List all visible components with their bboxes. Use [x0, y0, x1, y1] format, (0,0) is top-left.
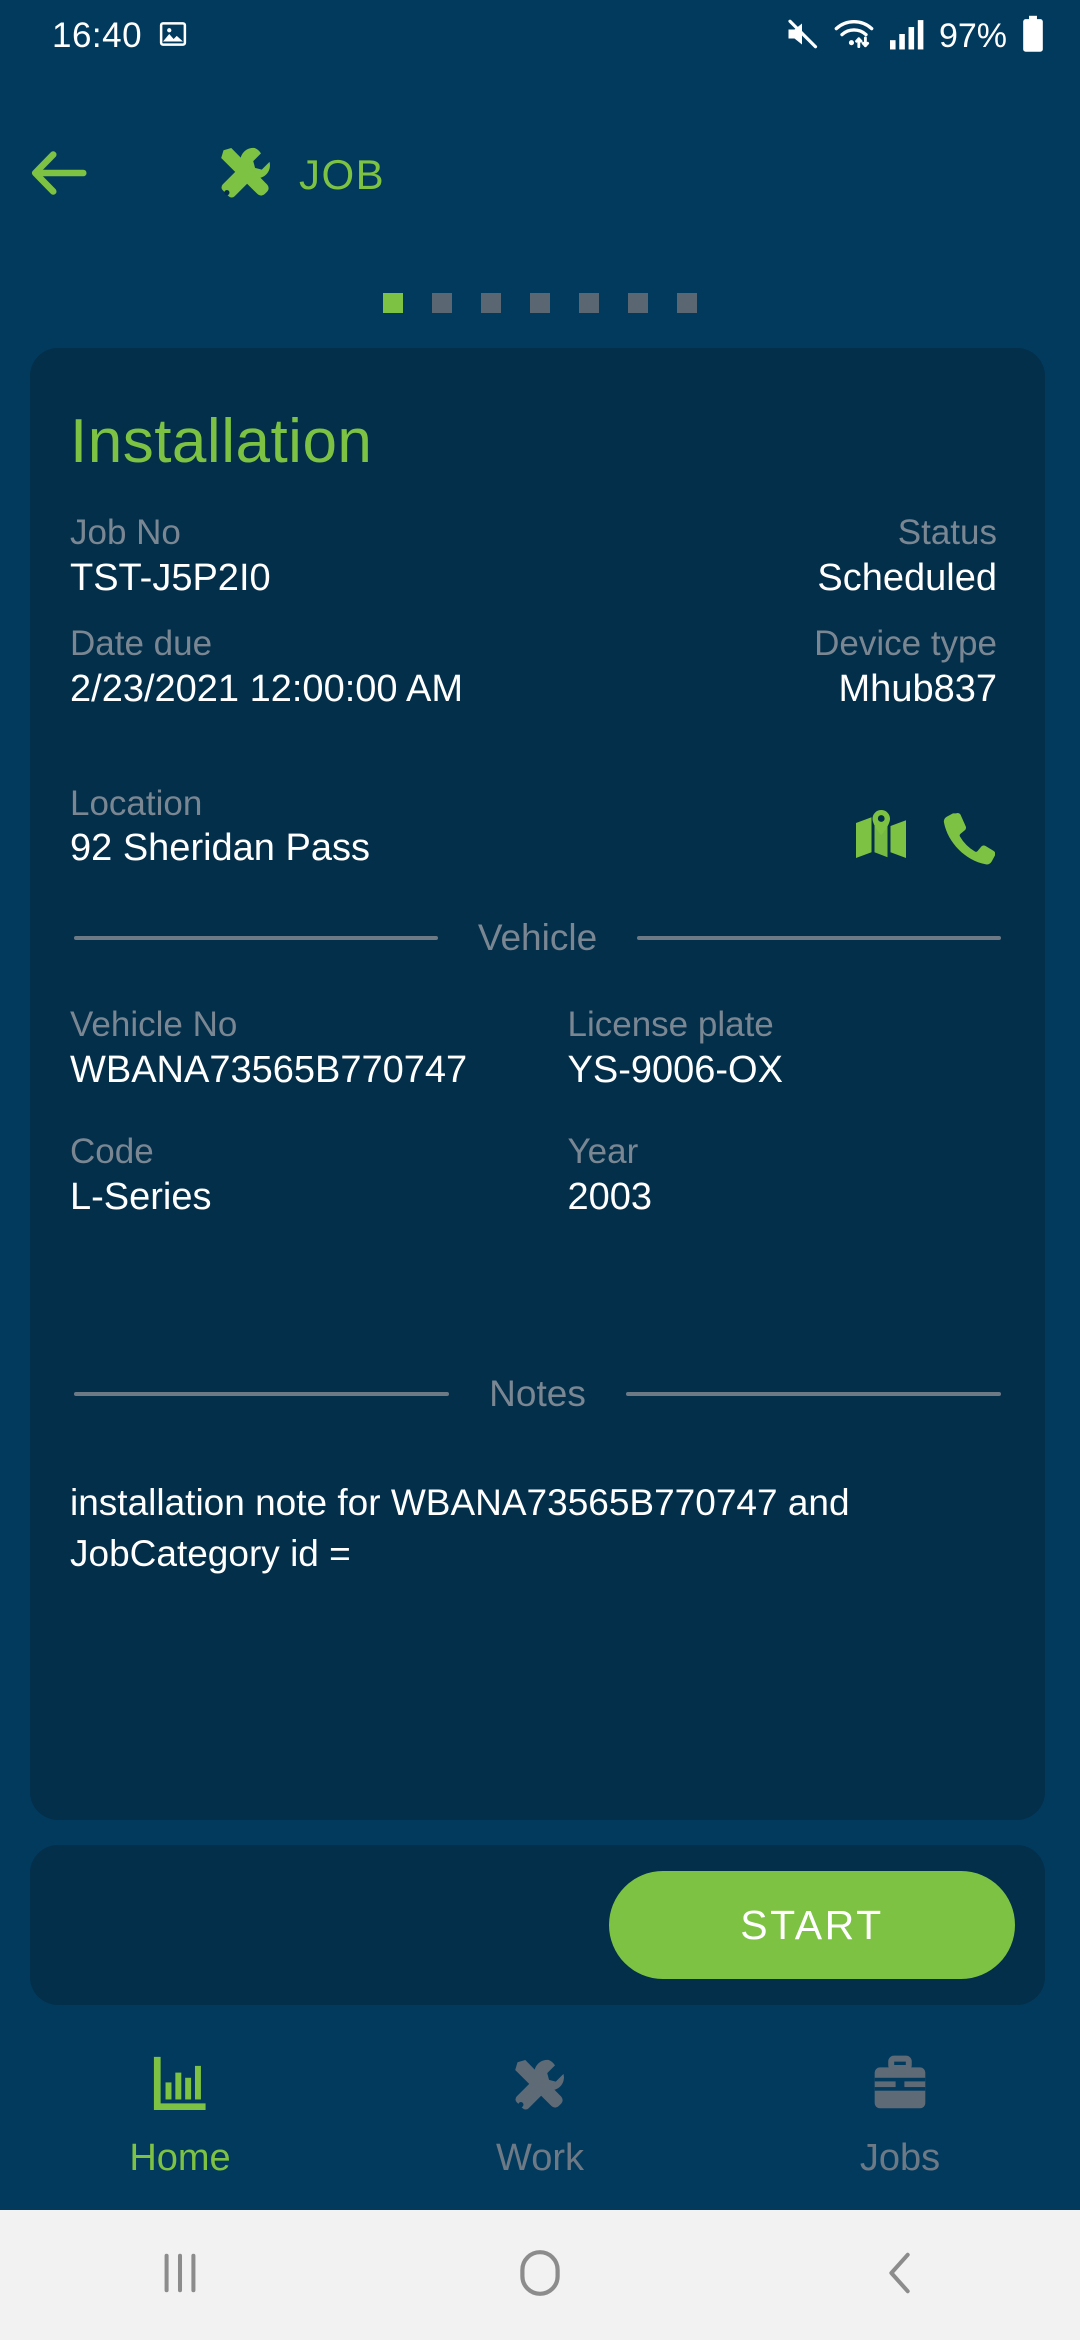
notes-divider-left: [74, 1392, 450, 1397]
row-vehicle-license: Vehicle No WBANA73565B770747 License pla…: [48, 1003, 1027, 1094]
page-dot-6[interactable]: [628, 293, 648, 313]
status-label: Status: [897, 513, 997, 552]
year-label: Year: [567, 1132, 639, 1171]
tools-icon: [215, 142, 277, 209]
page-indicator: [0, 293, 1080, 313]
date-due-value: 2/23/2021 12:00:00 AM: [70, 668, 463, 710]
field-device-type: Device type Mhub837: [538, 622, 1006, 713]
recents-button[interactable]: [0, 2248, 360, 2303]
back-button[interactable]: [0, 147, 120, 204]
code-value: L-Series: [70, 1175, 212, 1218]
battery-icon: [1020, 15, 1046, 58]
field-status: Status Scheduled: [538, 511, 1006, 602]
date-due-label: Date due: [70, 624, 213, 664]
status-value: Scheduled: [817, 556, 997, 599]
field-job-no: Job No TST-J5P2I0: [70, 511, 538, 602]
map-icon[interactable]: [851, 807, 911, 867]
device-type-value: Mhub837: [838, 668, 997, 710]
vehicle-section-divider: Vehicle: [48, 917, 1027, 959]
field-year: Year 2003: [538, 1130, 1006, 1221]
job-type-title: Installation: [70, 407, 373, 476]
briefcase-icon: [869, 2054, 931, 2121]
row-code-year: Code L-Series Year 2003: [48, 1130, 1027, 1221]
field-location: Location 92 Sheridan Pass: [70, 782, 851, 873]
page-dot-3[interactable]: [481, 293, 501, 313]
job-detail-card: Installation Job No TST-J5P2I0 Status Sc…: [30, 348, 1045, 1820]
home-circle-icon: [514, 2247, 566, 2304]
page-dot-4[interactable]: [530, 293, 550, 313]
location-value: 92 Sheridan Pass: [70, 827, 370, 870]
status-bar: 16:40 97%: [0, 0, 1080, 72]
divider-right: [637, 935, 1001, 940]
signal-icon: [888, 17, 926, 56]
home-button[interactable]: [360, 2247, 720, 2304]
bar-chart-icon: [149, 2054, 211, 2121]
job-no-value: TST-J5P2I0: [70, 556, 271, 599]
page-dot-1[interactable]: [383, 293, 403, 313]
system-navigation-bar: [0, 2210, 1080, 2340]
divider-left: [74, 935, 438, 940]
license-plate-value: YS-9006-OX: [567, 1048, 783, 1091]
code-label: Code: [70, 1132, 154, 1171]
start-button[interactable]: START: [609, 1871, 1015, 1979]
status-bar-clock: 16:40: [52, 16, 143, 55]
nav-item-jobs[interactable]: Jobs: [720, 2030, 1080, 2180]
license-plate-label: License plate: [567, 1004, 774, 1044]
battery-percent-label: 97%: [938, 16, 1007, 55]
app-bar-title-group: JOB: [215, 142, 385, 209]
bottom-navigation: Home Work Jobs: [0, 2030, 1080, 2210]
vehicle-section-heading: Vehicle: [477, 916, 598, 958]
phone-icon[interactable]: [937, 808, 995, 866]
row-location: Location 92 Sheridan Pass: [48, 782, 1027, 873]
notes-text: installation note for WBANA73565B770747 …: [70, 1482, 850, 1575]
chevron-left-icon: [877, 2247, 923, 2304]
row-date-device: Date due 2/23/2021 12:00:00 AM Device ty…: [48, 622, 1027, 713]
mute-icon: [784, 16, 820, 57]
recents-icon: [157, 2248, 203, 2303]
tools-icon: [509, 2054, 571, 2121]
field-license-plate: License plate YS-9006-OX: [538, 1003, 1006, 1094]
nav-item-home[interactable]: Home: [0, 2030, 360, 2180]
location-label: Location: [70, 783, 203, 823]
page-dot-5[interactable]: [579, 293, 599, 313]
page-dot-7[interactable]: [677, 293, 697, 313]
job-no-label: Job No: [70, 513, 181, 552]
page-title: JOB: [299, 151, 386, 198]
field-code: Code L-Series: [70, 1130, 538, 1221]
vehicle-no-label: Vehicle No: [70, 1004, 238, 1044]
app-bar: JOB: [0, 120, 1080, 230]
vehicle-no-value: WBANA73565B770747: [70, 1048, 468, 1091]
image-icon: [158, 19, 188, 54]
nav-label-jobs: Jobs: [859, 2137, 941, 2179]
status-bar-right: 97%: [784, 15, 1046, 58]
field-date-due: Date due 2/23/2021 12:00:00 AM: [70, 622, 538, 713]
notes-section-divider: Notes: [48, 1373, 1027, 1415]
status-bar-left: 16:40: [52, 16, 188, 56]
nav-item-work[interactable]: Work: [360, 2030, 720, 2180]
nav-label-home: Home: [129, 2137, 231, 2179]
notes-divider-right: [625, 1392, 1001, 1397]
back-button-system[interactable]: [720, 2247, 1080, 2304]
field-vehicle-no: Vehicle No WBANA73565B770747: [70, 1003, 538, 1094]
device-type-label: Device type: [814, 624, 997, 664]
app-screen: 16:40 97% JOB Installation Job No TST-J5…: [0, 0, 1080, 2340]
page-dot-2[interactable]: [432, 293, 452, 313]
year-value: 2003: [567, 1175, 653, 1218]
row-job-no-status: Job No TST-J5P2I0 Status Scheduled: [48, 511, 1027, 602]
action-panel: START: [30, 1845, 1045, 2005]
notes-section-heading: Notes: [489, 1373, 586, 1415]
wifi-icon: [833, 16, 875, 57]
arrow-left-icon: [29, 147, 91, 204]
location-actions: [851, 807, 1005, 873]
nav-label-work: Work: [496, 2137, 584, 2179]
